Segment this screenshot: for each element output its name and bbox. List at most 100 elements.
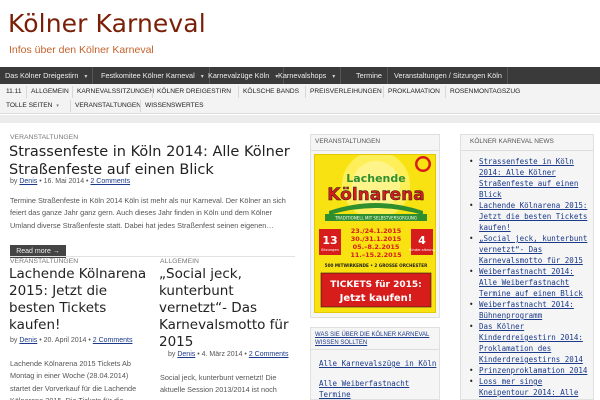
poster-tagline: TRADITIONELL MIT SELBSTVERSORGUNG — [334, 216, 417, 221]
news-link[interactable]: Prinzenproklamation 2014 — [479, 366, 587, 375]
poster-count-right-label: Kinder-sitzung — [409, 248, 435, 252]
news-link[interactable]: Weiberfastnacht 2014: Alle Weiberfastnac… — [479, 267, 583, 298]
post-category[interactable]: Veranstaltungen — [10, 258, 78, 265]
news-item[interactable]: • Strassenfeste in Köln 2014: Alle Kölner… — [465, 156, 593, 200]
chevron-down-icon: ▾ — [332, 74, 336, 80]
news-item[interactable]: • Weiberfastnacht 2014: Alle Weiberfastna… — [465, 266, 593, 299]
nav-item-festkomitee[interactable]: Festkomitee Kölner Karneval ▾ — [96, 67, 210, 84]
nav2-item-koelner-dreigestirn[interactable]: Kölner Dreigestirn — [152, 86, 231, 98]
news-link[interactable]: Das Kölner Kinderdreigestirn 2014: Prokl… — [479, 322, 583, 364]
bullet-icon: • — [469, 366, 474, 375]
nav2-item-koelsche-bands[interactable]: Kölsche Bands — [238, 86, 299, 98]
poster-cta-line1: TICKETS für 2015: — [330, 280, 422, 290]
author-link[interactable]: Denis — [177, 351, 195, 358]
nav-item-label: Termine — [356, 71, 382, 80]
post-meta: by Denis • 16. Mai 2014 • 2 Comments — [10, 178, 131, 185]
ad-banner-lachende-koelnarena[interactable]: Lachende Kölnarena TRADITIONELL MIT SELB… — [314, 154, 436, 313]
about-link[interactable]: Alle Weiberfastnacht Termine — [319, 378, 437, 400]
post-excerpt: Social jeck, kunterbunt vernetzt! Die ak… — [160, 373, 277, 395]
post-title[interactable]: Strassenfeste in Köln 2014: Alle Kölner … — [9, 143, 294, 179]
nav-item-dreigestirn[interactable]: Das Kölner Dreigestirn ▾ — [0, 67, 94, 84]
news-link[interactable]: Loss mer singe Kneipentour 2014: Alle — [479, 377, 578, 397]
ad-widget: Veranstaltungen Lachende Kölnarena TRADI… — [310, 134, 440, 318]
bullet-icon: • — [469, 201, 474, 210]
nav2-item-tolle-seiten[interactable]: Tolle Seiten ▾ — [2, 100, 59, 112]
news-item[interactable]: • Weiberfastnacht 2014: Bühnenprogramm — [465, 299, 593, 321]
author-link[interactable]: Denis — [19, 178, 37, 185]
widget-title: Kölner Karneval News — [461, 135, 593, 151]
meta-by: by — [168, 351, 176, 358]
poster-cast: 500 MITWIRKENDE • 2 GROSSE ORCHESTER — [325, 263, 428, 268]
nav2-item-rosenmontagszug[interactable]: Rosenmontagszug — [445, 86, 520, 98]
news-item[interactable]: • Loss mer singe Kneipentour 2014: Alle — [465, 376, 593, 398]
bullet-icon: • — [469, 157, 474, 166]
news-link[interactable]: „Social jeck, kunterbunt vernetzt“- Das … — [479, 234, 587, 265]
nav2-item-preisverleihungen[interactable]: Preisverleihungen — [305, 86, 382, 98]
post-meta: by Denis • 20. April 2014 • 2 Comments — [10, 337, 133, 344]
news-item[interactable]: • „Social jeck, kunterbunt vernetzt“- Das… — [465, 233, 593, 266]
post-title[interactable]: Lachende Kölnarena 2015: Jetzt die beste… — [9, 266, 149, 334]
nav2-item-karnevalssitzungen[interactable]: Karnevalssitzungen — [72, 86, 154, 98]
poster-date-2: 30./31.1.2015 — [351, 235, 402, 243]
comments-link[interactable]: 2 Comments — [90, 178, 130, 185]
poster-date-4: 11.–15.2.2015 — [350, 251, 402, 259]
post-meta: by Denis • 4. März 2014 • 2 Comments — [168, 351, 289, 358]
poster-cta-line2: Jetzt kaufen! — [339, 293, 413, 304]
nav-item-termine[interactable]: Termine — [351, 67, 388, 84]
nav2-item-label: Tolle Seiten — [6, 102, 53, 109]
chevron-down-icon: ▾ — [56, 103, 59, 109]
poster-graphic: Lachende Kölnarena TRADITIONELL MIT SELB… — [315, 155, 435, 312]
bullet-icon: • — [469, 300, 474, 309]
nav-item-karnevalshops[interactable]: Karnevalshops ▾ — [273, 67, 342, 84]
news-link[interactable]: Strassenfeste in Köln 2014: Alle Kölner … — [479, 157, 578, 199]
about-link[interactable]: Alle Karnevalszüge in Köln — [319, 358, 437, 369]
nav-item-label: Das Kölner Dreigestirn — [5, 71, 79, 80]
primary-nav: Das Kölner Dreigestirn ▾ Festkomitee Köln… — [0, 67, 600, 84]
post-category[interactable]: Allgemein — [160, 258, 199, 265]
about-widget: Was Sie über die Kölner Karneval wissen … — [310, 327, 440, 400]
nav-item-veranstaltungen[interactable]: Veranstaltungen / Sitzungen Köln — [389, 67, 508, 84]
nav2-item-allgemein[interactable]: Allgemein — [26, 86, 69, 98]
poster-count-left-label: Sitzungen — [321, 248, 339, 252]
news-item[interactable]: • Das Kölner Kinderdreigestirn 2014: Prok… — [465, 321, 593, 365]
meta-by: by — [10, 337, 18, 344]
bullet-icon: • — [469, 234, 474, 243]
post-date: 20. April 2014 — [43, 337, 87, 344]
news-list: • Strassenfeste in Köln 2014: Alle Kölner… — [465, 156, 593, 398]
poster-brand-top: Lachende — [346, 172, 405, 185]
nav2-item-veranstaltungen[interactable]: Veranstaltungen — [70, 100, 141, 112]
poster-brand-main: Kölnarena — [327, 185, 424, 205]
nav2-item-wissenswertes[interactable]: Wissenswertes — [140, 100, 204, 112]
widget-title: Veranstaltungen — [311, 135, 439, 151]
poster-date-3: 05.–8.2.2015 — [353, 243, 400, 251]
nav2-item-proklamation[interactable]: Proklamation — [383, 86, 440, 98]
widget-title-link[interactable]: Was Sie über die Kölner Karneval wissen … — [311, 328, 439, 350]
poster-date-1: 23./24.1.2015 — [351, 227, 402, 235]
nav-item-label: Veranstaltungen / Sitzungen Köln — [394, 71, 502, 80]
news-link[interactable]: Weiberfastnacht 2014: Bühnenprogramm — [479, 300, 574, 320]
nav-item-label: Karnevalshops — [278, 71, 327, 80]
post-date: 4. März 2014 — [201, 351, 243, 358]
news-widget: Kölner Karneval News • Strassenfeste in K… — [460, 134, 594, 400]
site-header: Kölner Karneval Infos über den Kölner Ka… — [0, 0, 600, 66]
poster-count-right: 4 — [418, 234, 426, 247]
comments-link[interactable]: 2 Comments — [249, 351, 289, 358]
post-category[interactable]: Veranstaltungen — [10, 134, 78, 141]
post-title[interactable]: „Social jeck, kunterbunt vernetzt“- Das … — [159, 266, 299, 351]
site-description: Infos über den Kölner Karneval — [9, 44, 154, 56]
chevron-down-icon: ▾ — [84, 74, 88, 80]
news-link[interactable]: Lachende Kölnarena 2015: Jetzt die beste… — [479, 201, 587, 232]
post-excerpt: Termine Straßenfeste in Köln 2014 Köln i… — [10, 196, 286, 230]
nav2-item-1111[interactable]: 11.11 — [2, 86, 22, 98]
author-link[interactable]: Denis — [19, 337, 37, 344]
separator — [0, 115, 600, 123]
bullet-icon: • — [469, 322, 474, 331]
comments-link[interactable]: 2 Comments — [93, 337, 133, 344]
news-item[interactable]: • Lachende Kölnarena 2015: Jetzt die best… — [465, 200, 593, 233]
news-item[interactable]: • Prinzenproklamation 2014 — [465, 365, 593, 376]
poster-count-left: 13 — [322, 234, 337, 247]
nav-item-label: Festkomitee Kölner Karneval — [101, 71, 195, 80]
site-title[interactable]: Kölner Karneval — [8, 9, 206, 38]
meta-by: by — [10, 178, 18, 185]
post-date: 16. Mai 2014 — [43, 178, 85, 185]
